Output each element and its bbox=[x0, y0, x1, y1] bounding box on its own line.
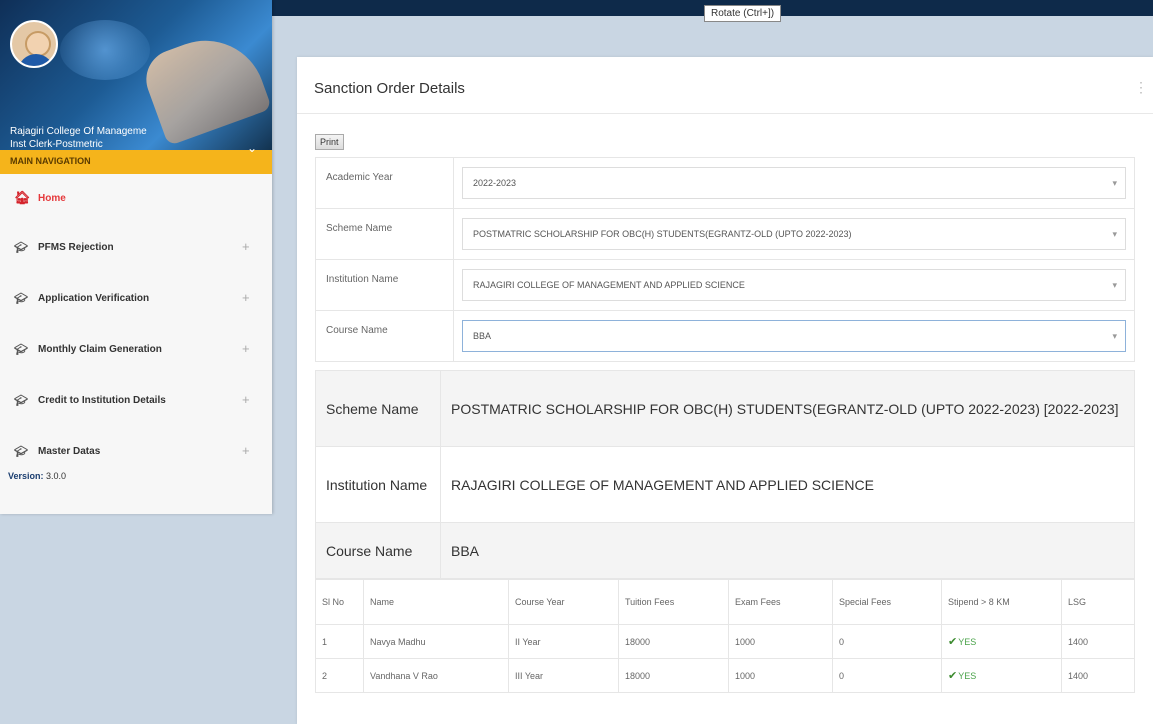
sidebar-item-label: Credit to Institution Details bbox=[38, 395, 166, 406]
institution-short-name: Rajagiri College Of Manageme bbox=[10, 126, 147, 137]
chevron-down-icon: ▾ bbox=[1112, 178, 1117, 188]
filter-form: Academic Year 2022-2023 ▾ Scheme Name PO… bbox=[315, 157, 1135, 362]
column-header: Name bbox=[363, 578, 509, 625]
cell-name: Vandhana V Rao bbox=[363, 658, 509, 693]
column-header: Exam Fees bbox=[728, 578, 833, 625]
check-icon: YES bbox=[948, 671, 976, 681]
column-header: Special Fees bbox=[832, 578, 942, 625]
rotate-tooltip: Rotate (Ctrl+]) bbox=[704, 5, 782, 22]
scheme-name-select[interactable]: POSTMATRIC SCHOLARSHIP FOR OBC(H) STUDEN… bbox=[462, 218, 1126, 250]
academic-year-label: Academic Year bbox=[315, 157, 454, 209]
students-table: Sl No Name Course Year Tuition Fees Exam… bbox=[315, 578, 1135, 693]
summary-scheme-value: POSTMATRIC SCHOLARSHIP FOR OBC(H) STUDEN… bbox=[440, 370, 1135, 447]
academic-year-value: 2022-2023 bbox=[473, 178, 517, 188]
institution-name-label: Institution Name bbox=[315, 259, 454, 311]
cell-lsg: 1400 bbox=[1061, 658, 1135, 693]
cell-stipend: YES bbox=[941, 624, 1062, 659]
course-name-label: Course Name bbox=[315, 310, 454, 362]
column-header: Stipend > 8 KM bbox=[941, 578, 1062, 625]
more-options-icon[interactable]: ⋮ bbox=[1134, 79, 1148, 96]
course-name-value: BBA bbox=[473, 331, 492, 341]
user-panel: Rajagiri College Of Manageme Inst Clerk-… bbox=[0, 0, 272, 155]
chevron-down-icon[interactable]: ⌄ bbox=[247, 141, 257, 155]
cell-course-year: II Year bbox=[508, 624, 619, 659]
summary-course-label: Course Name bbox=[315, 522, 441, 580]
cell-tuition-fees: 18000 bbox=[618, 624, 729, 659]
plus-icon: + bbox=[242, 443, 250, 458]
sidebar-item-master-datas[interactable]: 🎓︎ Master Datas + bbox=[0, 426, 272, 477]
avatar bbox=[10, 20, 58, 68]
summary-institution-label: Institution Name bbox=[315, 446, 441, 523]
plus-icon: + bbox=[242, 341, 250, 356]
check-icon: YES bbox=[948, 637, 976, 647]
sidebar-item-pfms-rejection[interactable]: 🎓︎ PFMS Rejection + bbox=[0, 222, 272, 273]
plus-icon: + bbox=[242, 290, 250, 305]
cell-sl-no: 2 bbox=[315, 658, 364, 693]
column-header: Course Year bbox=[508, 578, 619, 625]
plus-icon: + bbox=[242, 239, 250, 254]
sanction-order-panel: Sanction Order Details ⋮ Print Academic … bbox=[297, 57, 1153, 724]
summary-course-value: BBA bbox=[440, 522, 1135, 580]
cell-name: Navya Madhu bbox=[363, 624, 509, 659]
cell-course-year: III Year bbox=[508, 658, 619, 693]
sidebar-item-label: Home bbox=[38, 192, 66, 204]
summary-scheme-label: Scheme Name bbox=[315, 370, 441, 447]
institution-name-value: RAJAGIRI COLLEGE OF MANAGEMENT AND APPLI… bbox=[473, 280, 745, 290]
sidebar-item-home[interactable]: 🏠︎ Home bbox=[0, 174, 272, 222]
sidebar-item-label: Application Verification bbox=[38, 293, 150, 304]
user-role: Inst Clerk-Postmetric bbox=[10, 139, 103, 150]
cell-tuition-fees: 18000 bbox=[618, 658, 729, 693]
chevron-down-icon: ▾ bbox=[1112, 331, 1117, 341]
cell-lsg: 1400 bbox=[1061, 624, 1135, 659]
print-button[interactable]: Print bbox=[315, 134, 344, 150]
table-header-row: Sl No Name Course Year Tuition Fees Exam… bbox=[315, 578, 1135, 625]
page-title: Sanction Order Details bbox=[314, 80, 465, 97]
column-header: Tuition Fees bbox=[618, 578, 729, 625]
sidebar-item-label: PFMS Rejection bbox=[38, 242, 114, 253]
sidebar-item-monthly-claim-generation[interactable]: 🎓︎ Monthly Claim Generation + bbox=[0, 324, 272, 375]
summary-table: Scheme Name POSTMATRIC SCHOLARSHIP FOR O… bbox=[315, 370, 1135, 580]
graduation-cap-icon: 🎓︎ bbox=[14, 344, 28, 356]
divider bbox=[297, 113, 1153, 114]
graduation-cap-icon: 🎓︎ bbox=[14, 446, 28, 458]
graduation-cap-icon: 🎓︎ bbox=[14, 293, 28, 305]
sidebar: Rajagiri College Of Manageme Inst Clerk-… bbox=[0, 0, 272, 514]
sidebar-item-application-verification[interactable]: 🎓︎ Application Verification + bbox=[0, 273, 272, 324]
cell-exam-fees: 1000 bbox=[728, 658, 833, 693]
table-row: 1 Navya Madhu II Year 18000 1000 0 YES 1… bbox=[315, 624, 1135, 659]
column-header: Sl No bbox=[315, 578, 364, 625]
cell-special-fees: 0 bbox=[832, 658, 942, 693]
cell-stipend: YES bbox=[941, 658, 1062, 693]
main-navigation-header: MAIN NAVIGATION bbox=[0, 150, 272, 174]
course-name-select[interactable]: BBA ▾ bbox=[462, 320, 1126, 352]
plus-icon: + bbox=[242, 392, 250, 407]
cell-special-fees: 0 bbox=[832, 624, 942, 659]
institution-name-select[interactable]: RAJAGIRI COLLEGE OF MANAGEMENT AND APPLI… bbox=[462, 269, 1126, 301]
sidebar-item-label: Master Datas bbox=[38, 446, 101, 457]
cell-sl-no: 1 bbox=[315, 624, 364, 659]
chevron-down-icon: ▾ bbox=[1112, 229, 1117, 239]
column-header: LSG bbox=[1061, 578, 1135, 625]
chevron-down-icon: ▾ bbox=[1112, 280, 1117, 290]
summary-institution-value: RAJAGIRI COLLEGE OF MANAGEMENT AND APPLI… bbox=[440, 446, 1135, 523]
academic-year-select[interactable]: 2022-2023 ▾ bbox=[462, 167, 1126, 199]
graduation-cap-icon: 🎓︎ bbox=[14, 395, 28, 407]
sidebar-item-label: Monthly Claim Generation bbox=[38, 344, 162, 355]
sidebar-item-credit-to-institution[interactable]: 🎓︎ Credit to Institution Details + bbox=[0, 375, 272, 426]
scheme-name-value: POSTMATRIC SCHOLARSHIP FOR OBC(H) STUDEN… bbox=[473, 229, 852, 239]
table-row: 2 Vandhana V Rao III Year 18000 1000 0 Y… bbox=[315, 658, 1135, 693]
home-icon: 🏠︎ bbox=[14, 190, 31, 205]
graduation-cap-icon: 🎓︎ bbox=[14, 242, 28, 254]
scheme-name-label: Scheme Name bbox=[315, 208, 454, 260]
cell-exam-fees: 1000 bbox=[728, 624, 833, 659]
